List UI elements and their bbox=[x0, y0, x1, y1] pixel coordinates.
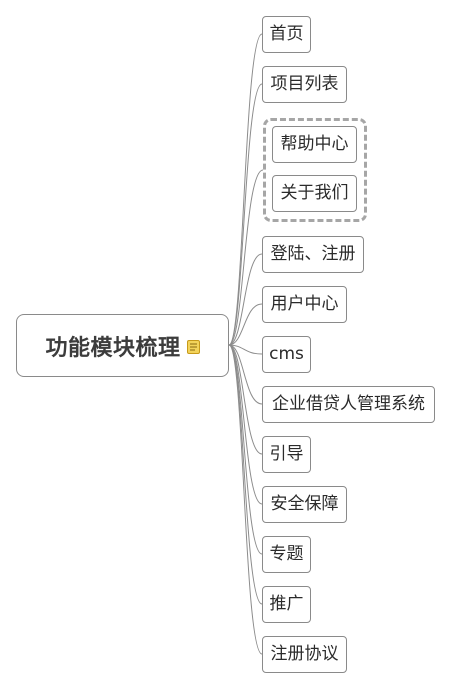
topic-login-register[interactable]: 登陆、注册 bbox=[262, 236, 364, 273]
mind-map-canvas: 功能模块梳理 首页 项目列表 帮助中心 关于我们 登陆、注册 用户中心 cms … bbox=[0, 0, 451, 690]
root-topic-label: 功能模块梳理 bbox=[45, 335, 181, 361]
topic-security[interactable]: 安全保障 bbox=[262, 486, 347, 523]
topic-help-center[interactable]: 帮助中心 bbox=[272, 126, 357, 163]
topic-home[interactable]: 首页 bbox=[262, 16, 311, 53]
topic-register-agreement[interactable]: 注册协议 bbox=[262, 636, 347, 673]
topic-about-us[interactable]: 关于我们 bbox=[272, 175, 357, 212]
topic-user-center[interactable]: 用户中心 bbox=[262, 286, 347, 323]
connector-line bbox=[228, 83, 263, 346]
connector-line bbox=[228, 344, 263, 605]
note-icon[interactable] bbox=[186, 339, 200, 354]
topic-cms[interactable]: cms bbox=[262, 336, 311, 373]
topic-guide[interactable]: 引导 bbox=[262, 436, 311, 473]
topic-promotion[interactable]: 推广 bbox=[262, 586, 311, 623]
topic-enterprise-loan-system[interactable]: 企业借贷人管理系统 bbox=[262, 386, 435, 423]
topic-topics[interactable]: 专题 bbox=[262, 536, 311, 573]
topic-project-list[interactable]: 项目列表 bbox=[262, 66, 347, 103]
connector-line bbox=[228, 33, 263, 346]
root-topic[interactable]: 功能模块梳理 bbox=[16, 314, 229, 377]
connector-line bbox=[228, 344, 263, 505]
